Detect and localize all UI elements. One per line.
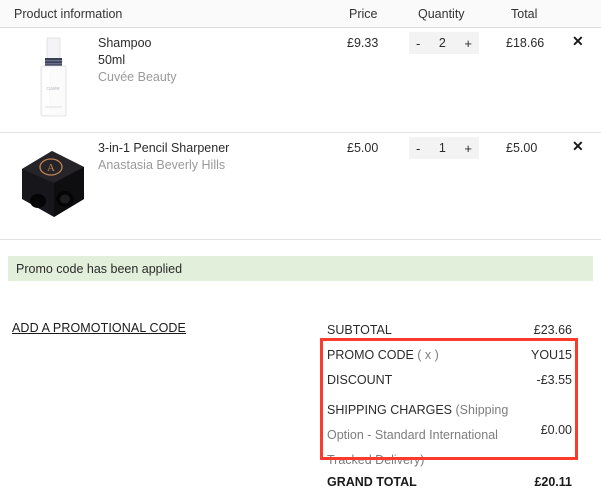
product-variant: 50ml: [98, 53, 126, 67]
summary-row-shipping-charges: SHIPPING CHARGES (Shipping Option - Stan…: [327, 395, 572, 470]
product-line-total: £18.66: [506, 36, 545, 50]
product-name[interactable]: 3-in-1 Pencil Sharpener: [98, 141, 229, 155]
cart-item-row: cuvée Shampoo 50ml Cuvée Beauty £9.33 - …: [0, 28, 601, 133]
subtotal-label: SUBTOTAL: [327, 323, 392, 337]
quantity-value[interactable]: 2: [439, 36, 446, 50]
shipping-charges-label-text: SHIPPING CHARGES: [327, 403, 456, 417]
shipping-charges-value: £0.00: [540, 423, 572, 437]
promo-code-label-text: PROMO CODE: [327, 348, 414, 362]
summary-row-subtotal: SUBTOTAL £23.66: [327, 320, 572, 345]
cart-item-row: A 3-in-1 Pencil Sharpener Anastasia Beve…: [0, 133, 601, 240]
column-header-quantity: Quantity: [418, 7, 465, 21]
quantity-decrement-button[interactable]: -: [416, 142, 420, 155]
cart-table-header: Product information Price Quantity Total: [0, 0, 601, 28]
quantity-increment-button[interactable]: +: [464, 142, 472, 155]
quantity-stepper[interactable]: - 1 +: [409, 137, 479, 159]
product-thumbnail-pencil-sharpener[interactable]: A: [14, 139, 94, 231]
summary-row-discount: DISCOUNT -£3.55: [327, 370, 572, 395]
column-header-total: Total: [511, 7, 538, 21]
svg-text:A: A: [47, 162, 55, 174]
summary-row-promo-code: PROMO CODE ( x ) YOU15: [327, 345, 572, 370]
order-summary: SUBTOTAL £23.66 PROMO CODE ( x ) YOU15 D…: [327, 320, 572, 495]
quantity-decrement-button[interactable]: -: [416, 37, 420, 50]
column-header-price: Price: [349, 7, 378, 21]
grand-total-value: £20.11: [534, 475, 572, 489]
remove-item-icon[interactable]: ✕: [572, 138, 584, 155]
promo-code-value: YOU15: [531, 348, 572, 362]
column-header-product-information: Product information: [14, 7, 123, 21]
product-brand: Anastasia Beverly Hills: [98, 158, 226, 172]
promo-applied-banner: Promo code has been applied: [8, 256, 593, 281]
product-unit-price: £5.00: [347, 141, 379, 155]
product-name[interactable]: Shampoo: [98, 36, 152, 50]
subtotal-value: £23.66: [533, 323, 572, 337]
add-promotional-code-link[interactable]: ADD A PROMOTIONAL CODE: [12, 321, 186, 335]
product-thumbnail-shampoo[interactable]: cuvée: [14, 34, 94, 126]
product-brand: Cuvée Beauty: [98, 70, 177, 84]
shipping-charges-label: SHIPPING CHARGES (Shipping Option - Stan…: [327, 398, 512, 473]
promo-code-label: PROMO CODE ( x ): [327, 348, 439, 362]
product-line-total: £5.00: [506, 141, 538, 155]
promo-code-remove-icon[interactable]: ( x ): [417, 348, 439, 362]
discount-label: DISCOUNT: [327, 373, 393, 387]
quantity-stepper[interactable]: - 2 +: [409, 32, 479, 54]
quantity-value[interactable]: 1: [439, 141, 446, 155]
quantity-increment-button[interactable]: +: [464, 37, 472, 50]
remove-item-icon[interactable]: ✕: [572, 33, 584, 50]
product-unit-price: £9.33: [347, 36, 379, 50]
svg-text:cuvée: cuvée: [46, 86, 60, 92]
discount-value: -£3.55: [536, 373, 572, 387]
promo-applied-message: Promo code has been applied: [16, 261, 183, 276]
grand-total-label: GRAND TOTAL: [327, 475, 417, 489]
summary-row-grand-total: GRAND TOTAL £20.11: [327, 470, 572, 495]
